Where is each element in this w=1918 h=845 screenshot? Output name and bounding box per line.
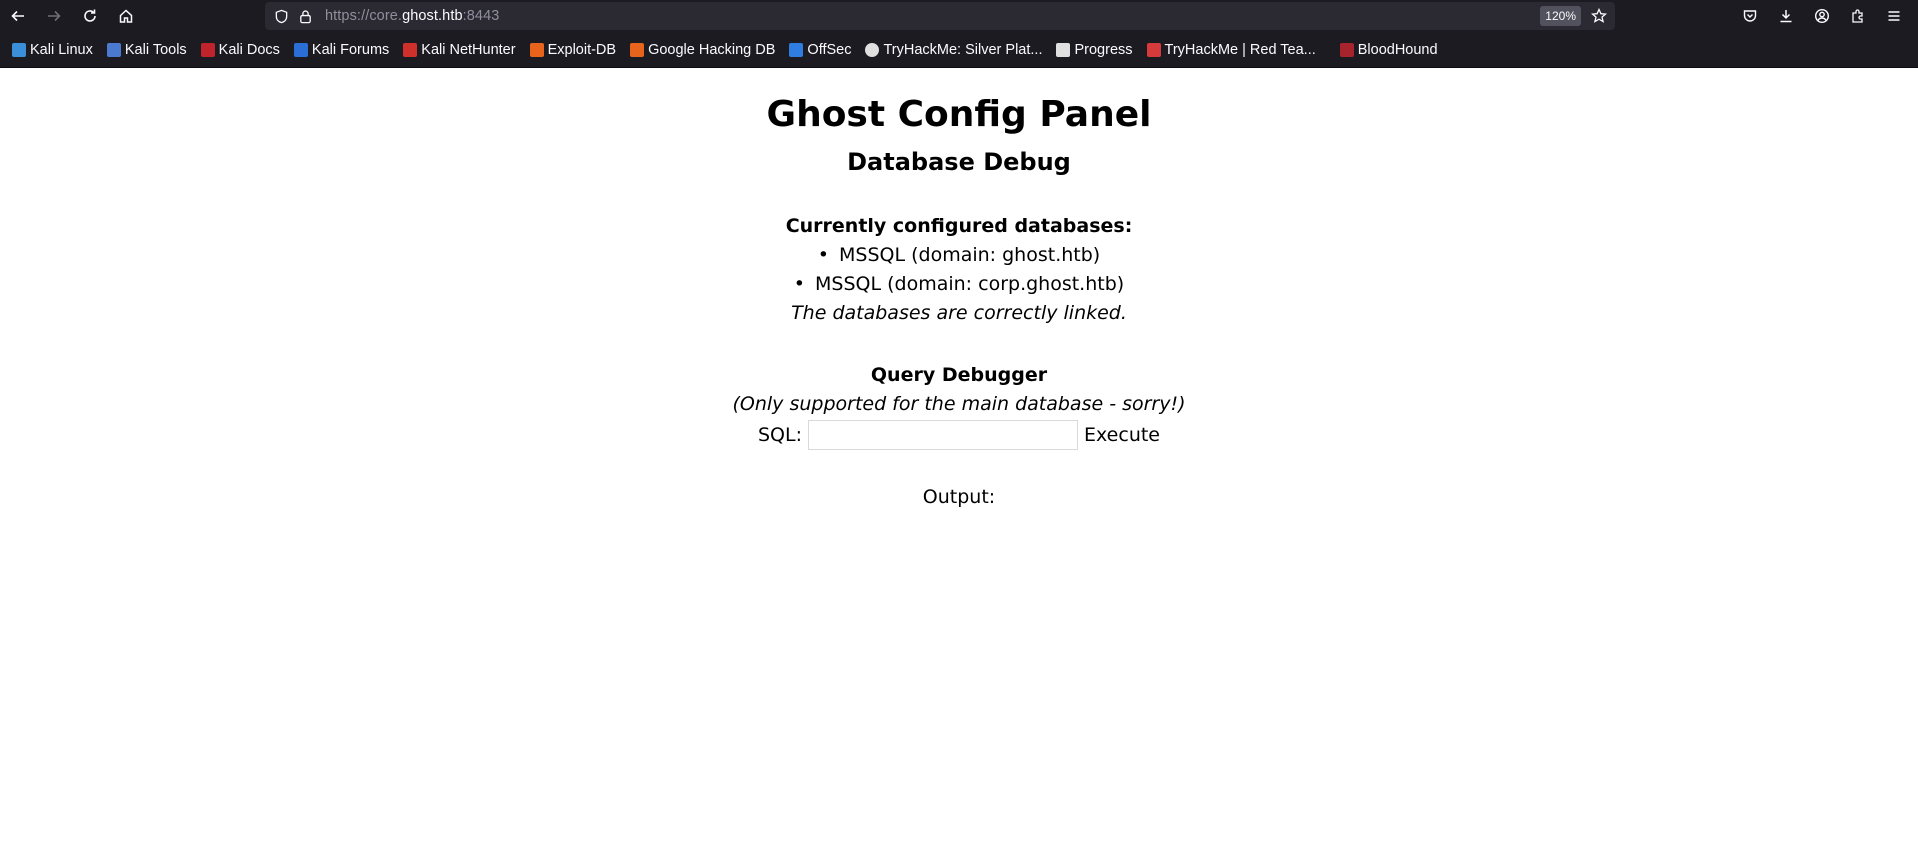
kali-forums-icon bbox=[293, 42, 308, 57]
query-debugger-note: (Only supported for the main database - … bbox=[732, 393, 1186, 415]
databases-heading: Currently configured databases: bbox=[785, 215, 1133, 237]
list-item: MSSQL (domain: corp.ghost.htb) bbox=[0, 270, 1918, 299]
bookmark-exploit-db[interactable]: Exploit-DB bbox=[526, 38, 621, 62]
nethunter-icon bbox=[403, 42, 418, 57]
url-port: :8443 bbox=[462, 8, 500, 24]
ghdb-icon bbox=[630, 42, 645, 57]
bookmark-kali-linux[interactable]: Kali Linux bbox=[8, 38, 97, 62]
url-host: ghost.htb bbox=[402, 8, 463, 24]
shield-icon[interactable] bbox=[273, 8, 289, 24]
bookmark-label: Kali NetHunter bbox=[421, 41, 516, 58]
browser-toolbar: https://core.ghost.htb:8443 120% bbox=[0, 0, 1918, 32]
bookmark-progress[interactable]: Progress bbox=[1052, 38, 1136, 62]
offsec-icon bbox=[789, 42, 804, 57]
bookmark-kali-tools[interactable]: Kali Tools bbox=[103, 38, 191, 62]
bookmark-label: Progress bbox=[1074, 41, 1133, 58]
bookmark-label: Exploit-DB bbox=[547, 41, 617, 58]
account-button[interactable] bbox=[1804, 0, 1840, 32]
bookmark-label: OffSec bbox=[807, 41, 852, 58]
bookmark-google-hacking-db[interactable]: Google Hacking DB bbox=[626, 38, 779, 62]
bookmark-tryhackme-red-team[interactable]: TryHackMe | Red Tea... bbox=[1143, 38, 1320, 62]
reload-icon bbox=[84, 9, 96, 22]
page-title: Ghost Config Panel bbox=[766, 94, 1152, 135]
star-icon[interactable] bbox=[1591, 8, 1607, 24]
lock-icon[interactable] bbox=[297, 8, 313, 24]
download-icon bbox=[1780, 10, 1792, 23]
kali-docs-icon bbox=[200, 42, 215, 57]
bookmark-label: Google Hacking DB bbox=[648, 41, 776, 58]
bookmark-label: Kali Docs bbox=[218, 41, 280, 58]
bloodhound-icon bbox=[1339, 42, 1354, 57]
list-item: MSSQL (domain: ghost.htb) bbox=[0, 241, 1918, 270]
pocket-button[interactable] bbox=[1732, 0, 1768, 32]
bookmark-label: TryHackMe | Red Tea... bbox=[1164, 41, 1316, 58]
zoom-badge[interactable]: 120% bbox=[1540, 6, 1581, 26]
kali-dragon-icon bbox=[12, 42, 26, 57]
tryhackme-red-icon bbox=[1146, 42, 1161, 57]
downloads-button[interactable] bbox=[1768, 0, 1804, 32]
back-button[interactable] bbox=[0, 0, 36, 32]
pocket-icon bbox=[1743, 10, 1757, 22]
bookmark-label: TryHackMe: Silver Plat... bbox=[883, 41, 1043, 58]
forward-button[interactable] bbox=[36, 0, 72, 32]
query-debugger-heading: Query Debugger bbox=[870, 364, 1048, 386]
address-bar[interactable]: https://core.ghost.htb:8443 120% bbox=[265, 2, 1615, 30]
url-text[interactable]: https://core.ghost.htb:8443 bbox=[325, 8, 499, 24]
bookmarks-bar: Kali Linux Kali Tools Kali Docs Kali For… bbox=[0, 32, 1918, 68]
bookmark-label: Kali Linux bbox=[30, 41, 93, 58]
bookmark-offsec[interactable]: OffSec bbox=[785, 38, 855, 62]
arrow-right-icon bbox=[48, 10, 61, 22]
menu-button[interactable] bbox=[1876, 0, 1912, 32]
database-list: MSSQL (domain: ghost.htb) MSSQL (domain:… bbox=[0, 241, 1918, 299]
hamburger-icon bbox=[1888, 11, 1900, 21]
bookmark-label: Kali Tools bbox=[124, 41, 187, 58]
account-icon bbox=[1814, 8, 1830, 24]
home-icon bbox=[119, 9, 133, 23]
sql-input[interactable] bbox=[808, 420, 1079, 450]
bookmark-kali-docs[interactable]: Kali Docs bbox=[197, 38, 284, 62]
notion-icon bbox=[1056, 42, 1071, 57]
databases-note: The databases are correctly linked. bbox=[791, 302, 1127, 324]
extensions-button[interactable] bbox=[1840, 0, 1876, 32]
kali-tools-icon bbox=[106, 42, 121, 57]
output-label: Output: bbox=[922, 486, 996, 508]
url-prefix: https://core. bbox=[325, 8, 403, 24]
home-button[interactable] bbox=[108, 0, 144, 32]
reload-button[interactable] bbox=[72, 0, 108, 32]
bookmark-bloodhound[interactable]: BloodHound bbox=[1336, 38, 1442, 62]
sql-label: SQL: bbox=[758, 424, 803, 446]
bookmark-kali-nethunter[interactable]: Kali NetHunter bbox=[399, 38, 519, 62]
page-subtitle: Database Debug bbox=[847, 148, 1071, 176]
bookmark-label: Kali Forums bbox=[311, 41, 390, 58]
bookmark-label: BloodHound bbox=[1357, 41, 1438, 58]
sql-form: SQL: Execute bbox=[0, 419, 1918, 451]
bookmark-tryhackme-silver[interactable]: TryHackMe: Silver Plat... bbox=[861, 38, 1046, 62]
bookmark-kali-forums[interactable]: Kali Forums bbox=[290, 38, 393, 62]
page-content: Ghost Config Panel Database Debug Curren… bbox=[0, 92, 1918, 512]
arrow-left-icon bbox=[11, 10, 24, 22]
tryhackme-icon bbox=[865, 42, 880, 57]
puzzle-icon bbox=[1852, 9, 1863, 23]
exploit-db-icon bbox=[529, 42, 544, 57]
execute-button[interactable]: Execute bbox=[1084, 424, 1160, 446]
